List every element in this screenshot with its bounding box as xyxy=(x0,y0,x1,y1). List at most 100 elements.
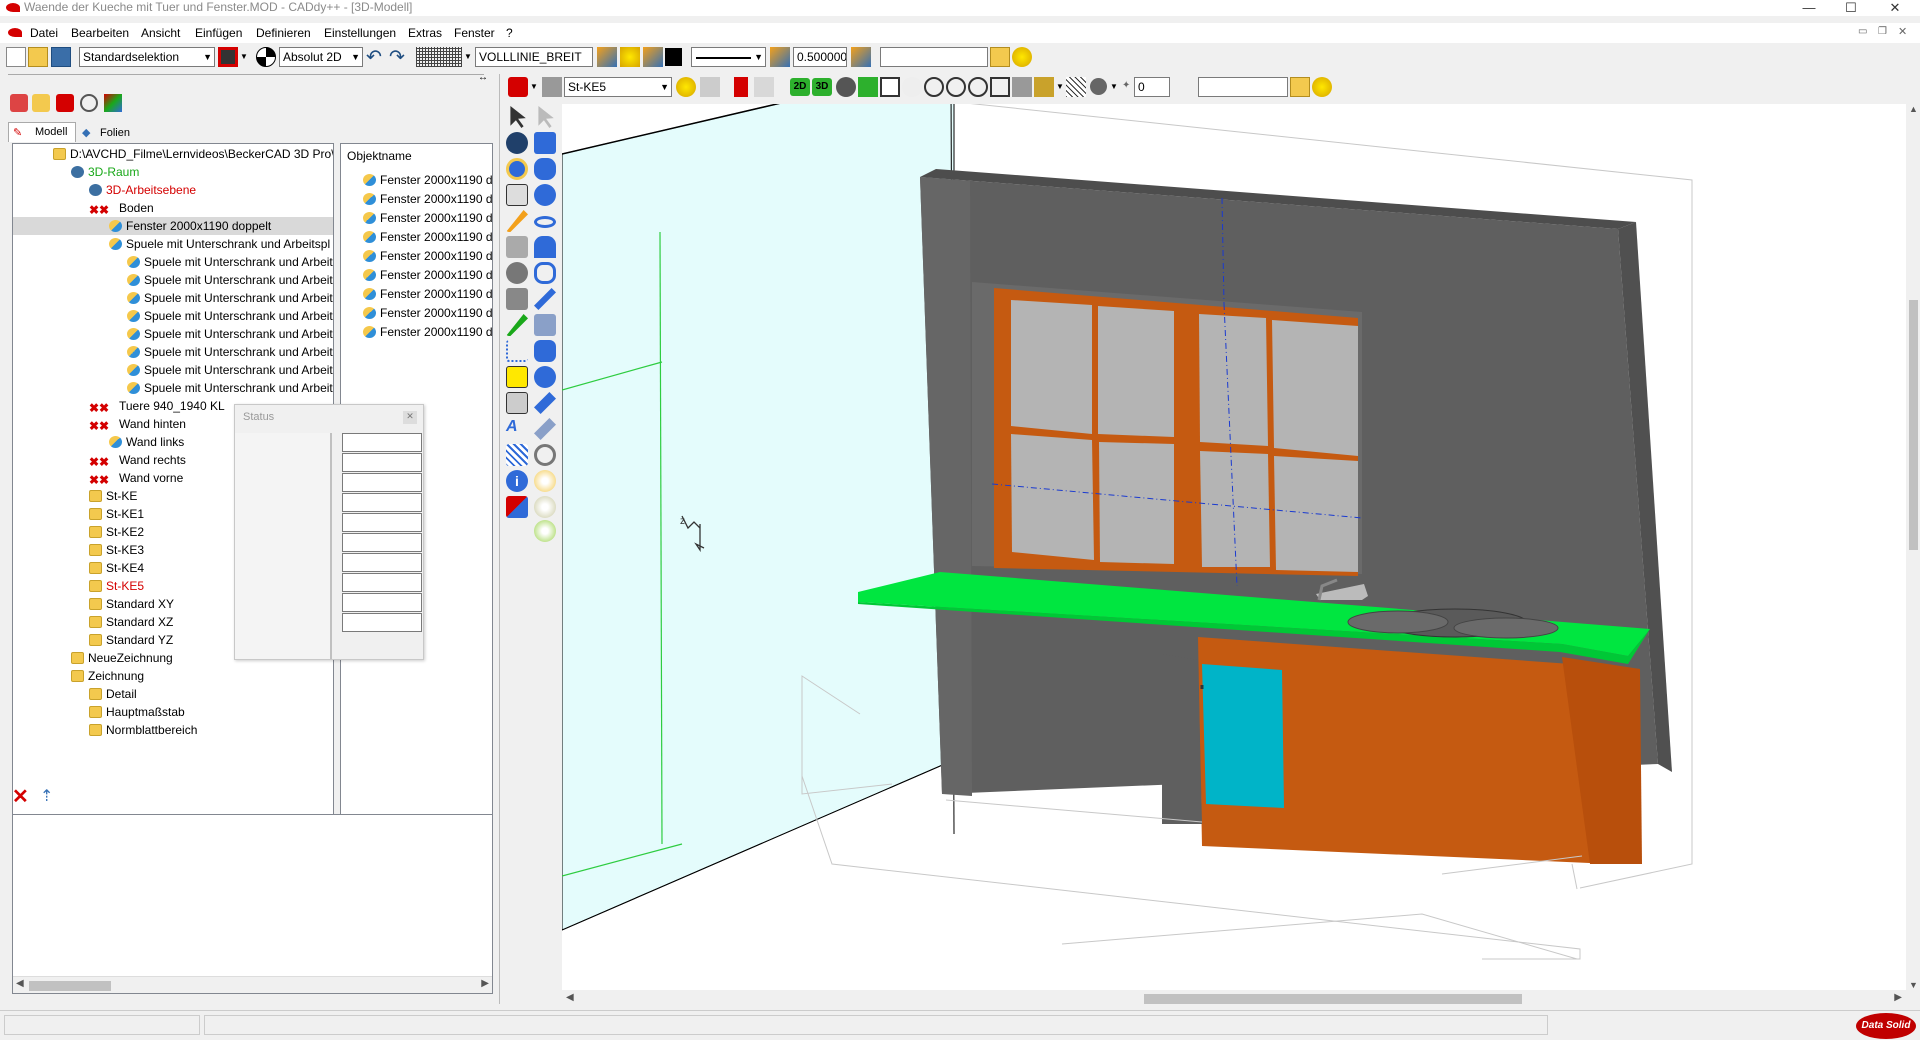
tree-item[interactable]: NeueZeichnung xyxy=(71,649,173,667)
layer-select[interactable]: St-KE5 ▼ xyxy=(564,77,672,97)
save-icon[interactable] xyxy=(51,47,71,67)
tree-root[interactable]: D:\AVCHD_Filme\Lernvideos\BeckerCAD 3D P… xyxy=(53,145,333,163)
status-field[interactable] xyxy=(342,573,422,592)
tree-item[interactable]: 3D-Raum xyxy=(71,163,139,181)
scroll-thumb[interactable] xyxy=(29,981,111,991)
select-alt-icon[interactable] xyxy=(538,106,554,128)
zoom-in-icon[interactable] xyxy=(924,77,944,97)
object-item[interactable]: Fenster 2000x1190 dc xyxy=(363,190,492,208)
tree-item[interactable]: Spuele mit Unterschrank und Arbeit xyxy=(127,289,333,307)
rotate-view-icon[interactable] xyxy=(836,77,856,97)
count-spinner[interactable]: 0 xyxy=(1134,77,1170,97)
fillet-icon[interactable] xyxy=(534,418,556,440)
layer-icon[interactable] xyxy=(597,47,617,67)
menu-ansicht[interactable]: Ansicht xyxy=(141,26,180,40)
view-icon[interactable] xyxy=(858,77,878,97)
status-field[interactable] xyxy=(342,593,422,612)
tree-item[interactable]: Standard YZ xyxy=(89,631,173,649)
torus-icon[interactable] xyxy=(534,216,556,228)
properties-hscrollbar[interactable]: ◀ ▶ xyxy=(13,976,492,993)
menu-extras[interactable]: Extras xyxy=(408,26,442,40)
tree-item[interactable]: Spuele mit Unterschrank und Arbeit xyxy=(127,253,333,271)
chevron-down-icon[interactable]: ▼ xyxy=(240,52,248,61)
line-style-select[interactable]: ▼ xyxy=(691,47,766,67)
toolbar-extra-field[interactable] xyxy=(880,47,988,67)
status-field[interactable] xyxy=(342,553,422,572)
format-icon[interactable] xyxy=(506,392,528,414)
tree-item[interactable]: ✖✖ Boden xyxy=(89,199,154,217)
tree-item[interactable]: Spuele mit Unterschrank und Arbeit xyxy=(127,307,333,325)
highlight-icon[interactable] xyxy=(676,77,696,97)
status-field[interactable] xyxy=(342,613,422,632)
scroll-left-icon[interactable]: ◀ xyxy=(566,992,574,1003)
tree-item[interactable]: St-KE3 xyxy=(89,541,144,559)
undo-icon[interactable]: ↶ xyxy=(366,46,382,69)
chevron-down-icon[interactable]: ▼ xyxy=(464,52,472,61)
zoom-out-icon[interactable] xyxy=(946,77,966,97)
document-icon[interactable] xyxy=(8,28,22,37)
scroll-right-icon[interactable]: ▶ xyxy=(481,978,489,989)
snap-icon[interactable] xyxy=(256,47,276,67)
remove-link-icon[interactable]: ✕ xyxy=(12,784,29,809)
line-width-field[interactable]: 0.500000 xyxy=(793,47,847,67)
chevron-down-icon[interactable]: ▼ xyxy=(1056,82,1064,91)
status-field[interactable] xyxy=(342,433,422,452)
redo-icon[interactable]: ↷ xyxy=(389,46,405,69)
object-item[interactable]: Fenster 2000x1190 dc xyxy=(363,285,492,303)
tree-item[interactable]: Spuele mit Unterschrank und Arbeitspl xyxy=(109,235,330,253)
selection-mode-select[interactable]: Standardselektion ▼ xyxy=(79,47,215,67)
extrude-icon[interactable] xyxy=(534,236,556,258)
menu-bearbeiten[interactable]: Bearbeiten xyxy=(71,26,129,40)
scroll-thumb[interactable] xyxy=(1144,994,1522,1004)
eraser-icon[interactable] xyxy=(506,496,528,518)
scroll-left-icon[interactable]: ◀ xyxy=(16,978,24,989)
status-field[interactable] xyxy=(342,453,422,472)
scroll-right-icon[interactable]: ▶ xyxy=(1894,992,1902,1003)
tree-item[interactable]: ✖✖ Wand vorne xyxy=(89,469,183,487)
viewport-hscrollbar[interactable]: ◀ ▶ xyxy=(562,990,1906,1007)
mdi-close-icon[interactable]: ✕ xyxy=(1898,25,1907,38)
revolve-icon[interactable] xyxy=(534,262,556,284)
tree-item[interactable]: ✖✖ Tuere 940_1940 KL xyxy=(89,397,225,415)
orbit-icon[interactable] xyxy=(506,158,528,180)
dimension-icon[interactable] xyxy=(506,236,528,258)
menu-fenster[interactable]: Fenster xyxy=(454,26,495,40)
construction-line-icon[interactable] xyxy=(506,340,528,362)
tree-item[interactable]: Normblattbereich xyxy=(89,721,197,739)
scroll-down-icon[interactable]: ▼ xyxy=(1909,980,1918,990)
material-icon[interactable] xyxy=(534,470,556,492)
3d-viewport[interactable]: z xyxy=(562,104,1906,990)
measure-icon[interactable] xyxy=(506,184,528,206)
line-width-icon[interactable] xyxy=(770,47,790,67)
tree-item[interactable]: Standard XY xyxy=(89,595,174,613)
properties-panel[interactable]: ◀ ▶ xyxy=(12,814,493,994)
tree-item[interactable]: St-KE1 xyxy=(89,505,144,523)
tree-item[interactable]: Fenster 2000x1190 doppelt xyxy=(13,217,333,235)
new-file-icon[interactable] xyxy=(6,47,26,67)
render-sphere-icon[interactable] xyxy=(1090,78,1107,95)
chevron-down-icon[interactable]: ▼ xyxy=(530,82,538,91)
box-view-icon[interactable] xyxy=(1034,77,1054,97)
menu-einstellungen[interactable]: Einstellungen xyxy=(324,26,396,40)
pen-layer-icon[interactable] xyxy=(851,47,871,67)
folder-layer-icon[interactable] xyxy=(990,47,1010,67)
select-arrow-icon[interactable] xyxy=(700,77,720,97)
color-layer-icon[interactable] xyxy=(643,47,663,67)
zoom-previous-icon[interactable] xyxy=(990,77,1010,97)
selection-color-icon[interactable] xyxy=(218,47,238,67)
sphere-select-icon[interactable] xyxy=(506,132,528,154)
folder-view-icon[interactable] xyxy=(1290,77,1310,97)
object-item[interactable]: Fenster 2000x1190 dc xyxy=(363,323,492,341)
layer-visibility-icon[interactable] xyxy=(620,47,640,67)
texture-icon[interactable] xyxy=(534,520,556,542)
layer-select-icon[interactable] xyxy=(542,77,562,97)
tree-item[interactable]: St-KE4 xyxy=(89,559,144,577)
menu-datei[interactable]: Datei xyxy=(30,26,58,40)
status-field[interactable] xyxy=(342,493,422,512)
view-extra-field[interactable] xyxy=(1198,77,1288,97)
scroll-thumb[interactable] xyxy=(1909,300,1918,550)
pencil-icon[interactable] xyxy=(506,210,528,232)
pin-icon[interactable]: ↔ xyxy=(478,72,488,83)
grid-icon[interactable] xyxy=(416,47,462,67)
zoom-window-icon[interactable] xyxy=(880,77,900,97)
